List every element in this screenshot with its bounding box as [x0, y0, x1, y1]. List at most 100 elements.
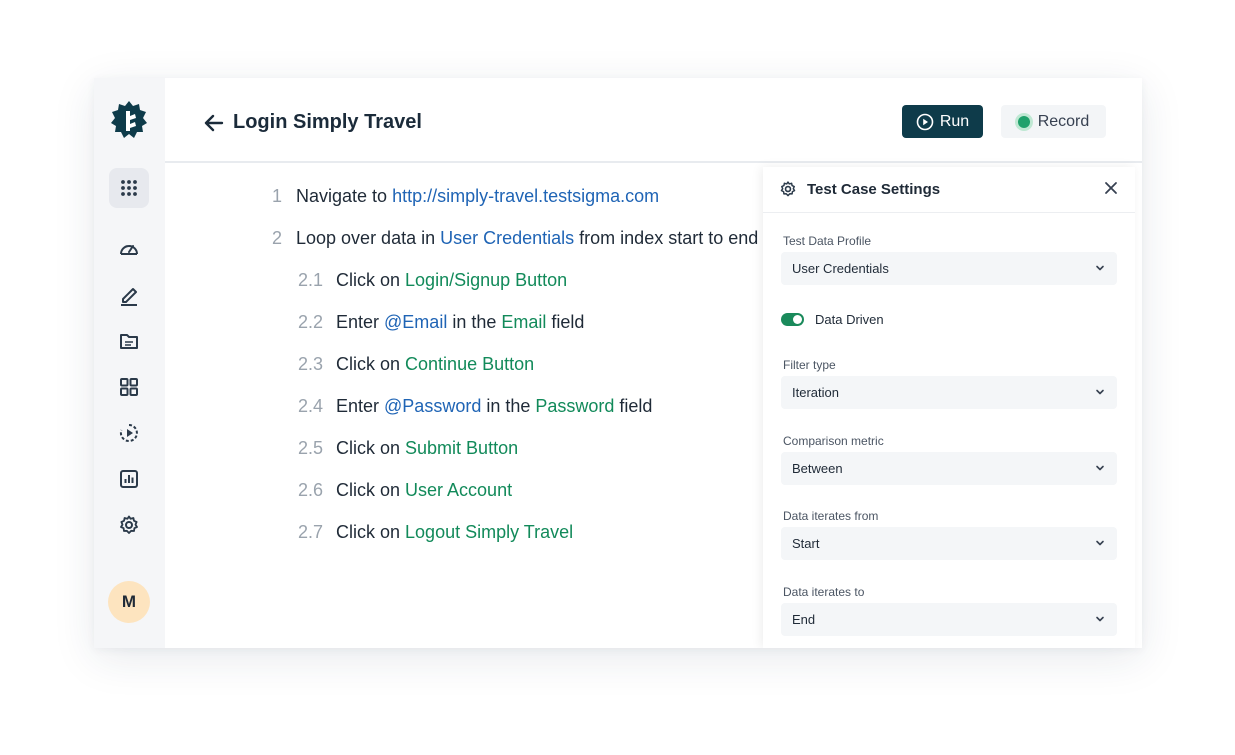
- chevron-down-icon: [1096, 465, 1104, 471]
- sidebar-item-files[interactable]: [109, 321, 149, 361]
- chevron-down-icon: [1096, 265, 1104, 271]
- chevron-down-icon: [1096, 616, 1104, 622]
- testsigma-logo-icon[interactable]: [109, 100, 149, 140]
- step-number: 1: [272, 186, 283, 206]
- step-element-link[interactable]: Submit Button: [405, 438, 518, 458]
- step-number: 2: [272, 228, 283, 248]
- play-icon: [916, 113, 934, 130]
- test-step-row[interactable]: 2.3 Click on Continue Button: [298, 354, 534, 375]
- step-text: Click on: [336, 354, 406, 374]
- comparison-metric-label: Comparison metric: [783, 434, 884, 448]
- data-driven-toggle[interactable]: [781, 313, 804, 326]
- step-number: 2.6: [298, 480, 324, 500]
- sidebar-item-apps[interactable]: [109, 168, 149, 208]
- step-element-link[interactable]: Login/Signup Button: [405, 270, 567, 290]
- step-test-data-link[interactable]: User Credentials: [440, 228, 574, 248]
- test-step-row[interactable]: 2.7 Click on Logout Simply Travel: [298, 522, 573, 543]
- test-step-row[interactable]: 2.4 Enter @Password in the Password field: [298, 396, 652, 417]
- gear-icon: [120, 515, 138, 534]
- test-data-profile-value: User Credentials: [792, 261, 889, 276]
- edit-pen-icon: [121, 288, 137, 306]
- sidebar-item-reports[interactable]: [109, 459, 149, 499]
- step-text: Click on: [336, 270, 406, 290]
- filter-type-value: Iteration: [792, 385, 839, 400]
- step-text: field: [546, 312, 585, 332]
- test-data-profile-select[interactable]: User Credentials: [781, 252, 1117, 285]
- step-element-link[interactable]: Logout Simply Travel: [405, 522, 573, 542]
- iterates-to-select[interactable]: End: [781, 603, 1117, 636]
- record-dot-icon: [1017, 115, 1030, 128]
- step-test-data-link[interactable]: http://simply-travel.testsigma.com: [392, 186, 659, 206]
- chevron-down-icon: [1096, 540, 1104, 546]
- filter-type-label: Filter type: [783, 358, 836, 372]
- comparison-metric-value: Between: [792, 461, 843, 476]
- step-element-link[interactable]: Continue Button: [405, 354, 534, 374]
- record-button-label: Record: [1037, 112, 1090, 130]
- sidebar-item-settings[interactable]: [109, 505, 149, 545]
- data-driven-label: Data Driven: [815, 312, 884, 327]
- step-text: Loop over data in: [296, 228, 441, 248]
- step-number: 2.1: [298, 270, 324, 290]
- step-text: from index start to end: [574, 228, 759, 248]
- step-text: Click on: [336, 438, 406, 458]
- step-number: 2.2: [298, 312, 324, 332]
- dashboard-gauge-icon: [120, 245, 138, 255]
- play-circle-icon: [119, 424, 138, 442]
- iterates-from-select[interactable]: Start: [781, 527, 1117, 560]
- run-button-label: Run: [939, 112, 970, 130]
- settings-gear-icon: [780, 181, 796, 197]
- page-header: Login Simply Travel Run Record: [165, 78, 1142, 163]
- test-step-row[interactable]: 2.6 Click on User Account: [298, 480, 512, 501]
- step-text: Enter: [336, 312, 385, 332]
- step-element-link[interactable]: Email: [501, 312, 546, 332]
- comparison-metric-select[interactable]: Between: [781, 452, 1117, 485]
- sidebar-item-modules[interactable]: [109, 367, 149, 407]
- step-number: 2.3: [298, 354, 324, 374]
- step-text: Click on: [336, 480, 406, 500]
- test-step-row[interactable]: 2 Loop over data in User Credentials from…: [272, 228, 758, 249]
- test-step-row[interactable]: 2.2 Enter @Email in the Email field: [298, 312, 584, 333]
- panel-title: Test Case Settings: [807, 181, 941, 198]
- step-text: Click on: [336, 522, 406, 542]
- toggle-knob: [793, 315, 802, 324]
- app-window: M Login Simply Travel Run Record 1 Naviga…: [94, 78, 1142, 648]
- sidebar: M: [94, 78, 165, 648]
- step-number: 2.7: [298, 522, 324, 542]
- iterates-to-value: End: [792, 612, 816, 627]
- avatar[interactable]: M: [108, 581, 150, 623]
- bar-chart-icon: [120, 470, 138, 488]
- record-button[interactable]: Record: [1001, 105, 1106, 138]
- test-step-row[interactable]: 2.5 Click on Submit Button: [298, 438, 518, 459]
- apps-grid-icon: [120, 378, 138, 396]
- back-arrow-icon[interactable]: [203, 112, 225, 134]
- step-test-data-link[interactable]: @Email: [384, 312, 447, 332]
- iterates-to-label: Data iterates to: [783, 585, 865, 599]
- folder-icon: [120, 334, 138, 349]
- step-text: Navigate to: [296, 186, 393, 206]
- step-text: in the: [447, 312, 502, 332]
- test-data-profile-label: Test Data Profile: [783, 234, 872, 248]
- step-text: Enter: [336, 396, 385, 416]
- filter-type-select[interactable]: Iteration: [781, 376, 1117, 409]
- test-step-row[interactable]: 1 Navigate to http://simply-travel.testsi…: [272, 186, 659, 207]
- iterates-from-label: Data iterates from: [783, 509, 879, 523]
- sidebar-item-dashboard[interactable]: [109, 229, 149, 269]
- step-text: in the: [481, 396, 536, 416]
- step-text: field: [614, 396, 653, 416]
- close-icon[interactable]: [1104, 181, 1118, 195]
- run-button[interactable]: Run: [902, 105, 983, 138]
- iterates-from-value: Start: [792, 536, 820, 551]
- page-title: Login Simply Travel: [233, 111, 422, 133]
- step-element-link[interactable]: User Account: [405, 480, 512, 500]
- chevron-down-icon: [1096, 389, 1104, 395]
- step-number: 2.4: [298, 396, 324, 416]
- sidebar-item-runs[interactable]: [109, 413, 149, 453]
- panel-header: Test Case Settings: [763, 167, 1135, 213]
- test-case-settings-panel: Test Case Settings Test Data Profile Use…: [763, 167, 1135, 648]
- step-test-data-link[interactable]: @Password: [384, 396, 481, 416]
- sidebar-item-editor[interactable]: [109, 275, 149, 315]
- step-number: 2.5: [298, 438, 324, 458]
- step-element-link[interactable]: Password: [535, 396, 614, 416]
- test-step-row[interactable]: 2.1 Click on Login/Signup Button: [298, 270, 567, 291]
- grid-dots-icon: [121, 180, 137, 196]
